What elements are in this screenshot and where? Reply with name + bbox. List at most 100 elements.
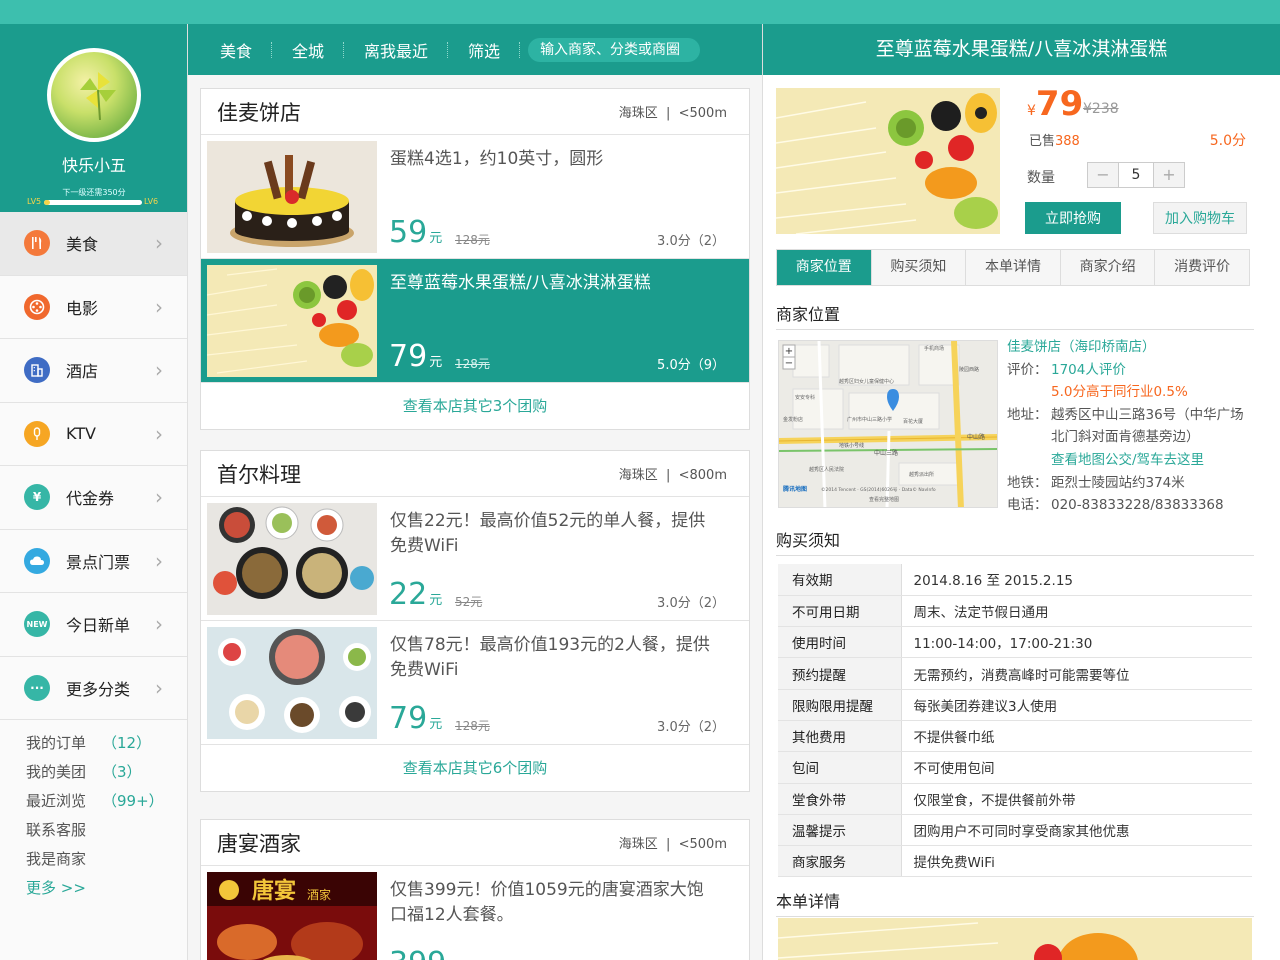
link-recent[interactable]: 最近浏览 （99+） bbox=[26, 790, 187, 819]
buy-now-button[interactable]: 立即抢购 bbox=[1025, 202, 1121, 234]
chevron-right-icon: › bbox=[155, 358, 163, 383]
link-label: 最近浏览 bbox=[26, 792, 87, 810]
phone-key: 电话： bbox=[1007, 497, 1048, 514]
tab-merchant-intro[interactable]: 商家介绍 bbox=[1060, 250, 1156, 285]
filter-area[interactable]: 全城 bbox=[272, 24, 345, 75]
phone-value[interactable]: 020-83833228/83833368 bbox=[1051, 494, 1224, 517]
category-item-hotel[interactable]: 酒店 › bbox=[0, 339, 187, 403]
cake-chocolate-image bbox=[207, 141, 377, 253]
category-label: 代金券 bbox=[66, 489, 115, 509]
deal-price-value: 59 bbox=[389, 215, 428, 250]
shop-header[interactable]: 佳麦饼店 海珠区 | <500m bbox=[201, 89, 749, 135]
filter-bar: 美食 全城 离我最近 筛选 bbox=[188, 24, 762, 75]
deal-details-heading: 本单详情 bbox=[776, 888, 1254, 917]
view-more-deals-link[interactable]: 查看本店其它3个团购 bbox=[201, 383, 749, 429]
level-next: LV6 bbox=[144, 197, 159, 206]
detail-original-price: ¥238 bbox=[1083, 101, 1119, 117]
link-label: 我是商家 bbox=[26, 850, 87, 868]
notes-value: 团购用户不可同时享受商家其他优惠 bbox=[901, 814, 1252, 847]
category-label: 今日新单 bbox=[66, 616, 131, 636]
map-label: 越秀区妇女儿童保健中心 bbox=[839, 378, 894, 385]
map-label: 百花大厦 bbox=[903, 418, 923, 425]
quantity-value[interactable]: 5 bbox=[1118, 163, 1154, 187]
username: 快乐小五 bbox=[61, 156, 126, 175]
notes-key: 包间 bbox=[778, 751, 902, 784]
shop-distance: <500m bbox=[678, 837, 727, 852]
notes-key: 温馨提示 bbox=[778, 814, 902, 847]
map-zoom-out-button[interactable]: − bbox=[785, 358, 793, 369]
level-current: LV5 bbox=[27, 197, 42, 206]
deal-item-selected[interactable]: 至尊蓝莓水果蛋糕/八喜冰淇淋蛋糕 79 元 128元 5.0分（9） bbox=[201, 259, 749, 383]
avatar[interactable] bbox=[47, 48, 141, 142]
shop-header[interactable]: 唐宴酒家 海珠区 | <500m bbox=[201, 820, 749, 866]
category-item-food[interactable]: 美食 › bbox=[0, 212, 187, 276]
deal-price-value: 79 bbox=[389, 701, 428, 736]
merchant-info: 佳麦饼店（海印桥南店） 评价： 1704人评价 5.0分高于同行业0.5% 地址：… bbox=[1007, 336, 1257, 517]
link-my-orders[interactable]: 我的订单 （12） bbox=[26, 732, 187, 761]
map-label: 中山路 bbox=[967, 433, 985, 441]
shop-name: 唐宴酒家 bbox=[217, 831, 301, 856]
category-item-more[interactable]: ··· 更多分类 › bbox=[0, 657, 187, 720]
sold-count: 已售388 bbox=[1029, 130, 1080, 149]
map-full-link[interactable]: 查看完整地图 bbox=[869, 496, 899, 503]
map-label: 地铁小号线 bbox=[839, 442, 864, 449]
merchant-map[interactable]: 地铁小号线 中山路 中山三路 广州市中山三路小学 越秀区人民法院 越秀派出所 百… bbox=[778, 340, 998, 508]
deal-title: 仅售78元！最高价值193元的2人餐，提供免费WiFi bbox=[390, 635, 710, 680]
add-to-cart-button[interactable]: 加入购物车 bbox=[1153, 202, 1247, 234]
deal-item[interactable]: 蛋糕4选1，约10英寸，圆形 59 元 128元 3.0分（2） bbox=[201, 135, 749, 259]
transit-link[interactable]: 查看地图公交/驾车去这里 bbox=[1051, 449, 1204, 472]
map-zoom-in-button[interactable]: + bbox=[785, 346, 793, 357]
deal-price: 22 元 bbox=[389, 577, 442, 612]
filter-sort[interactable]: 离我最近 bbox=[344, 24, 449, 75]
quantity-decrease-button[interactable]: − bbox=[1088, 163, 1118, 187]
link-label: 我的订单 bbox=[26, 734, 87, 752]
notes-key: 有效期 bbox=[778, 564, 902, 596]
link-more[interactable]: 更多 >> bbox=[26, 877, 187, 906]
link-label: 联系客服 bbox=[26, 821, 87, 839]
tab-reviews[interactable]: 消费评价 bbox=[1155, 250, 1249, 285]
category-item-tickets[interactable]: 景点门票 › bbox=[0, 530, 187, 593]
filter-category[interactable]: 美食 bbox=[200, 24, 273, 75]
shop-header[interactable]: 首尔料理 海珠区 | <800m bbox=[201, 451, 749, 497]
chevron-right-icon: › bbox=[155, 675, 163, 700]
deal-item[interactable]: 仅售22元！最高价值52元的单人餐，提供免费WiFi 22 元 52元 3.0分（… bbox=[201, 497, 749, 621]
category-item-voucher[interactable]: ¥ 代金券 › bbox=[0, 466, 187, 530]
category-label: 更多分类 bbox=[66, 679, 131, 699]
link-merchant[interactable]: 我是商家 bbox=[26, 848, 187, 877]
quantity-increase-button[interactable]: + bbox=[1154, 163, 1184, 187]
category-item-movie[interactable]: 电影 › bbox=[0, 276, 187, 339]
link-count: （3） bbox=[102, 763, 142, 781]
map-copyright: ©2014 Tencent · GS(2014)6026号 · Data© Na… bbox=[821, 486, 936, 493]
link-my-meituan[interactable]: 我的美团 （3） bbox=[26, 761, 187, 790]
deal-price-unit: 元 bbox=[429, 355, 443, 370]
deal-item[interactable]: 仅售78元！最高价值193元的2人餐，提供免费WiFi 79 元 128元 3.0… bbox=[201, 621, 749, 745]
map-label: 安安专科 bbox=[795, 394, 815, 401]
tab-purchase-notes[interactable]: 购买须知 bbox=[871, 250, 967, 285]
microphone-icon bbox=[24, 420, 50, 447]
merchant-rating-row: 评价： 1704人评价 bbox=[1007, 359, 1257, 382]
view-more-deals-link[interactable]: 查看本店其它6个团购 bbox=[201, 745, 749, 791]
filter-more[interactable]: 筛选 bbox=[448, 24, 521, 75]
deal-item[interactable]: 唐宴 酒家 仅售399元！价值1059元的唐宴酒家大饱口福12人套餐。 399元 bbox=[201, 866, 749, 960]
sidebar: 快乐小五 下一级还需350分 LV5 LV6 美食 › 电影 › 酒店 › KT… bbox=[0, 24, 188, 960]
status-bar bbox=[0, 0, 1280, 24]
quantity-stepper: − 5 + bbox=[1087, 162, 1185, 188]
notes-key: 商家服务 bbox=[778, 845, 902, 878]
category-item-new[interactable]: NEW 今日新单 › bbox=[0, 593, 187, 657]
merchant-name[interactable]: 佳麦饼店（海印桥南店） bbox=[1007, 336, 1257, 359]
category-item-ktv[interactable]: KTV › bbox=[0, 403, 187, 466]
product-image[interactable] bbox=[776, 88, 1000, 234]
shop-card: 唐宴酒家 海珠区 | <500m 唐宴 酒家 仅售399元！价值1059元的唐宴… bbox=[200, 819, 750, 960]
detail-price: ¥79 bbox=[1027, 84, 1083, 124]
tab-location[interactable]: 商家位置 bbox=[777, 250, 872, 285]
rating-count[interactable]: 1704人评价 bbox=[1051, 359, 1126, 382]
link-support[interactable]: 联系客服 bbox=[26, 819, 187, 848]
quantity-label: 数量 bbox=[1027, 170, 1055, 186]
tab-deal-details[interactable]: 本单详情 bbox=[966, 250, 1061, 285]
user-links: 我的订单 （12） 我的美团 （3） 最近浏览 （99+） 联系客服 我是商家 更多 … bbox=[0, 720, 187, 906]
search-input[interactable] bbox=[528, 37, 701, 62]
purchase-notes-table: 有效期 2014.8.16 至 2015.2.15 不可用日期 周末、法定节假日通用使… bbox=[778, 564, 1252, 878]
link-count: （99+） bbox=[102, 792, 164, 810]
metro-key: 地铁： bbox=[1007, 474, 1048, 491]
shop-location: 海珠区 | <500m bbox=[618, 837, 727, 852]
